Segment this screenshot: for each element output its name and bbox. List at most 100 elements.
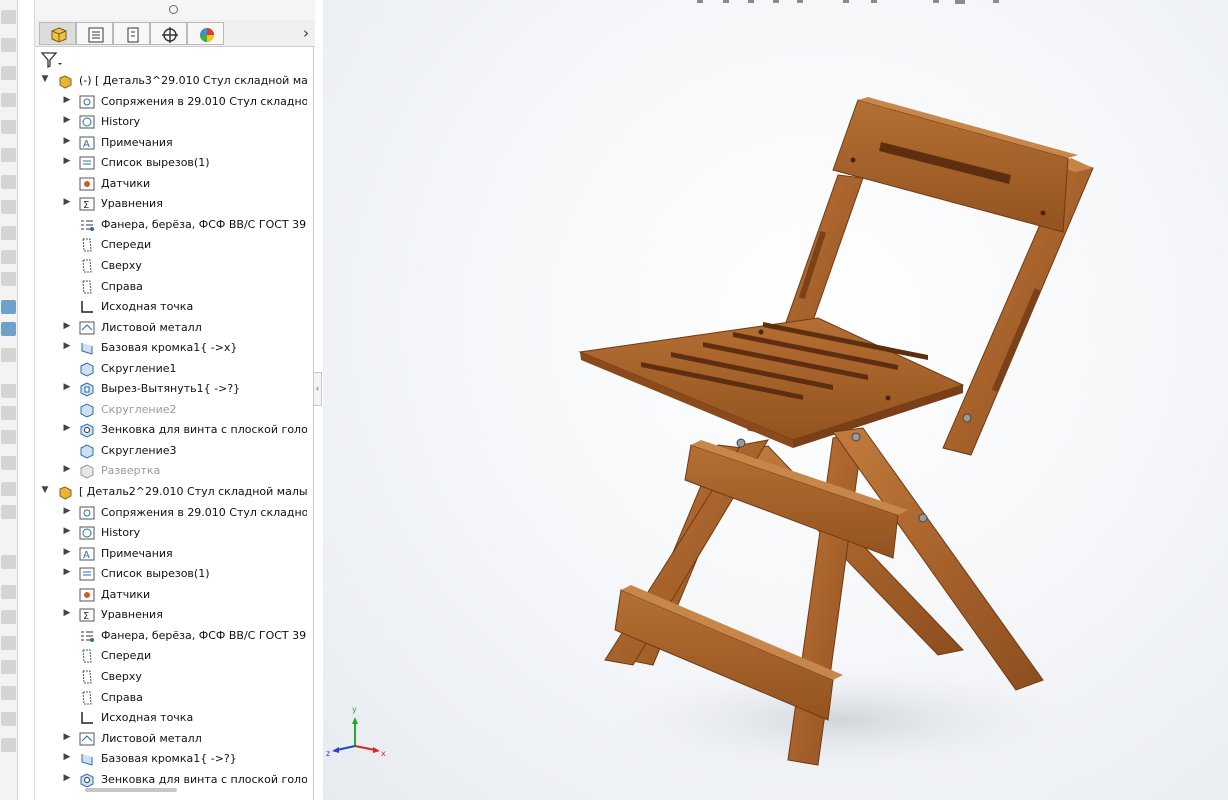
tree-horizontal-scrollbar[interactable] [85, 788, 177, 792]
dimxpert-tab[interactable] [150, 22, 187, 45]
tree-feature-node[interactable]: ▶ Листовой металл [35, 318, 307, 338]
expand-right-icon[interactable]: ▶ [61, 547, 73, 557]
expand-right-icon[interactable]: ▶ [61, 197, 73, 207]
expand-down-icon[interactable]: ▼ [39, 74, 51, 84]
command-button-icon[interactable] [1, 348, 16, 362]
expand-right-icon[interactable]: ▶ [61, 156, 73, 166]
graphics-area[interactable]: y x z [323, 0, 1228, 800]
tree-feature-node[interactable]: ▶ Σ Уравнения [35, 605, 307, 625]
configurationmanager-tab[interactable] [113, 22, 150, 45]
command-button-icon[interactable] [1, 712, 16, 726]
command-button-icon[interactable] [1, 120, 16, 134]
tree-feature-node[interactable]: ▶ Базовая кромка1{ ->?} [35, 749, 307, 769]
svg-text:A: A [83, 139, 90, 150]
tree-feature-node[interactable]: ▶ A Примечания [35, 133, 307, 153]
expand-right-icon[interactable]: ▶ [61, 321, 73, 331]
display-manager-tab[interactable] [187, 22, 224, 45]
propertymanager-tab[interactable] [76, 22, 113, 45]
tree-feature-node[interactable]: ▶ Сопряжения в 29.010 Стул складной м [35, 92, 307, 112]
command-button-icon[interactable] [1, 482, 16, 496]
command-button-icon[interactable] [1, 384, 16, 398]
panel-collapse-handle[interactable]: ‹ [313, 372, 322, 406]
chair-model[interactable] [323, 0, 1228, 800]
tree-feature-node[interactable]: Датчики [35, 585, 307, 605]
tree-feature-node[interactable]: ▶ Вырез-Вытянуть1{ ->?} [35, 379, 307, 399]
tree-feature-node[interactable]: Скругление3 [35, 441, 307, 461]
command-button-icon[interactable] [1, 66, 16, 80]
tree-feature-node[interactable]: Фанера, берёза, ФСФ ВВ/С ГОСТ 3916. [35, 626, 307, 646]
expand-right-icon[interactable]: ▶ [61, 382, 73, 392]
command-button-icon[interactable] [1, 430, 16, 444]
tree-feature-node[interactable]: Скругление2 [35, 400, 307, 420]
expand-right-icon[interactable]: ▶ [61, 506, 73, 516]
expand-right-icon[interactable]: ▶ [61, 752, 73, 762]
expand-down-icon[interactable]: ▼ [39, 485, 51, 495]
command-button-icon[interactable] [1, 610, 16, 624]
tree-feature-node[interactable]: Датчики [35, 174, 307, 194]
tree-feature-node[interactable]: ▶ Листовой металл [35, 729, 307, 749]
tree-feature-node[interactable]: ▶ History [35, 112, 307, 132]
panel-grip[interactable] [35, 0, 315, 20]
expand-right-icon[interactable]: ▶ [61, 567, 73, 577]
crosshair-icon [162, 27, 178, 43]
command-button-icon[interactable] [1, 555, 16, 569]
expand-right-icon[interactable]: ▶ [61, 608, 73, 618]
command-button-icon[interactable] [1, 93, 16, 107]
tree-feature-node[interactable]: ▶ Зенковка для винта с плоской головк [35, 770, 307, 789]
command-button-icon[interactable] [1, 686, 16, 700]
tree-feature-node[interactable]: Справа [35, 277, 307, 297]
tree-feature-node[interactable]: ▶ Список вырезов(1) [35, 564, 307, 584]
plane-icon [79, 279, 95, 295]
expand-right-icon[interactable]: ▶ [61, 732, 73, 742]
tree-feature-node[interactable]: Исходная точка [35, 708, 307, 728]
command-button-icon[interactable] [1, 175, 16, 189]
tree-feature-node[interactable]: Фанера, берёза, ФСФ ВВ/С ГОСТ 3916. [35, 215, 307, 235]
tree-component-node[interactable]: ▼ [ Деталь2^29.010 Стул складной малый ]< [35, 482, 307, 502]
more-tabs-chevron-icon[interactable]: › [303, 24, 309, 42]
command-button-icon[interactable] [1, 226, 16, 240]
expand-right-icon[interactable]: ▶ [61, 526, 73, 536]
command-button-icon[interactable] [1, 660, 16, 674]
tree-feature-node[interactable]: Справа [35, 688, 307, 708]
command-button-icon[interactable] [1, 148, 16, 162]
command-button-icon[interactable] [1, 200, 16, 214]
tree-feature-node[interactable]: ▶ Сопряжения в 29.010 Стул складной м [35, 503, 307, 523]
command-button-icon[interactable] [1, 300, 16, 314]
tree-feature-node[interactable]: ▶ Развертка [35, 461, 307, 481]
tree-feature-node[interactable]: ▶ History [35, 523, 307, 543]
tree-feature-node[interactable]: ▶ Зенковка для винта с плоской головк [35, 420, 307, 440]
command-button-icon[interactable] [1, 505, 16, 519]
tree-feature-node[interactable]: Сверху [35, 256, 307, 276]
filter-icon[interactable] [39, 50, 63, 70]
command-button-icon[interactable] [1, 38, 16, 52]
expand-right-icon[interactable]: ▶ [61, 95, 73, 105]
expand-right-icon[interactable]: ▶ [61, 341, 73, 351]
tree-feature-node[interactable]: ▶ Список вырезов(1) [35, 153, 307, 173]
expand-right-icon[interactable]: ▶ [61, 136, 73, 146]
featuremanager-tab[interactable] [39, 22, 76, 45]
expand-right-icon[interactable]: ▶ [61, 464, 73, 474]
command-button-icon[interactable] [1, 585, 16, 599]
command-button-icon[interactable] [1, 10, 16, 24]
command-button-icon[interactable] [1, 272, 16, 286]
command-button-icon[interactable] [1, 322, 16, 336]
tree-component-node[interactable]: ▼ (-) [ Деталь3^29.010 Стул складной малы… [35, 71, 307, 91]
expand-right-icon[interactable]: ▶ [61, 423, 73, 433]
tree-feature-node[interactable]: Спереди [35, 235, 307, 255]
tree-feature-node[interactable]: ▶ A Примечания [35, 544, 307, 564]
tree-feature-node[interactable]: ▶ Базовая кромка1{ ->x} [35, 338, 307, 358]
command-button-icon[interactable] [1, 738, 16, 752]
tree-feature-node[interactable]: Скругление1 [35, 359, 307, 379]
command-button-icon[interactable] [1, 250, 16, 264]
tree-feature-node[interactable]: ▶ Σ Уравнения [35, 194, 307, 214]
command-button-icon[interactable] [1, 636, 16, 650]
command-strip [0, 0, 18, 800]
command-button-icon[interactable] [1, 456, 16, 470]
tree-feature-node[interactable]: Исходная точка [35, 297, 307, 317]
tree-node-label: Датчики [101, 587, 151, 601]
expand-right-icon[interactable]: ▶ [61, 115, 73, 125]
tree-feature-node[interactable]: Спереди [35, 646, 307, 666]
expand-right-icon[interactable]: ▶ [61, 773, 73, 783]
command-button-icon[interactable] [1, 406, 16, 420]
tree-feature-node[interactable]: Сверху [35, 667, 307, 687]
